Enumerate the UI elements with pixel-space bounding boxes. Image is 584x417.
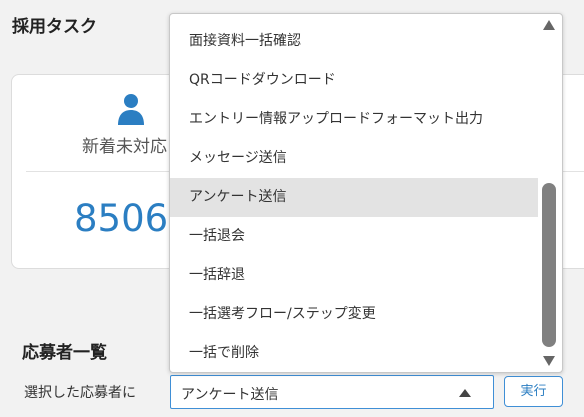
dropdown-option[interactable]: 面接資料一括確認 xyxy=(170,22,538,61)
bulk-action-select[interactable]: アンケート送信 xyxy=(170,375,494,409)
dropdown-option[interactable]: アンケート送信 xyxy=(170,178,538,217)
section-title: 採用タスク xyxy=(12,17,97,37)
run-button[interactable]: 実行 xyxy=(504,376,563,407)
bulk-action-label: 選択した応募者に xyxy=(24,385,136,401)
card-label: 新着未対応 xyxy=(82,137,167,157)
caret-up-icon xyxy=(459,389,471,397)
dropdown-option[interactable]: QRコードダウンロード xyxy=(170,61,538,100)
dropdown-option[interactable]: 一括で削除 xyxy=(170,334,538,372)
dropdown-option[interactable]: メッセージ送信 xyxy=(170,139,538,178)
person-icon xyxy=(118,94,144,125)
page: 採用タスク 新着未対応 8506 応募者一覧 選択した応募者に アンケート送信 … xyxy=(0,0,584,417)
dropdown-option[interactable]: 一括選考フロー/ステップ変更 xyxy=(170,295,538,334)
applicant-list-title: 応募者一覧 xyxy=(22,343,107,363)
dropdown-option[interactable]: 一括辞退 xyxy=(170,256,538,295)
dropdown-option[interactable]: エントリー情報アップロードフォーマット出力 xyxy=(170,100,538,139)
dropdown-option[interactable]: 一括退会 xyxy=(170,217,538,256)
scroll-down-arrow-icon[interactable] xyxy=(543,356,555,366)
scroll-up-arrow-icon[interactable] xyxy=(543,20,555,30)
scrollbar-thumb[interactable] xyxy=(542,183,556,347)
bulk-action-dropdown: 面接資料一括確認 QRコードダウンロード エントリー情報アップロードフォーマット出力… xyxy=(169,13,563,373)
bulk-action-select-value: アンケート送信 xyxy=(181,387,279,403)
card-count[interactable]: 8506 xyxy=(74,197,168,240)
dropdown-options: 面接資料一括確認 QRコードダウンロード エントリー情報アップロードフォーマット出力… xyxy=(170,22,538,372)
